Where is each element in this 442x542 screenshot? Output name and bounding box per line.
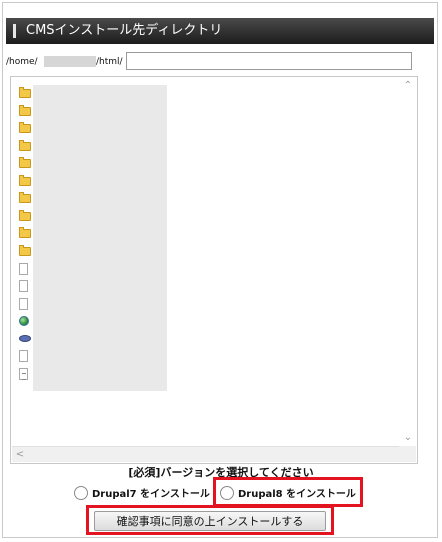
- radio-button-drupal7[interactable]: [74, 486, 88, 500]
- path-redacted-username: [44, 56, 96, 67]
- scroll-down-icon[interactable]: ⌄: [400, 430, 416, 446]
- file-list-item[interactable]: [19, 260, 33, 278]
- file-browser[interactable]: ⌃ ⌄ <: [10, 76, 418, 464]
- file-list-item[interactable]: [19, 365, 33, 383]
- folder-icon: [19, 104, 31, 116]
- install-path-row: /home/ /html/: [6, 52, 434, 72]
- folder-icon: [19, 174, 31, 186]
- folder-icon: [19, 139, 31, 151]
- file-icon: [19, 350, 28, 363]
- globe-file-icon: [19, 316, 29, 327]
- php-file-icon: [19, 335, 31, 343]
- section-header: CMSインストール先ディレクトリ: [6, 18, 434, 44]
- file-list-item[interactable]: [19, 103, 33, 121]
- scrollbar-corner: [399, 446, 416, 462]
- radio-label-drupal7[interactable]: Drupal7 をインストール: [92, 485, 210, 505]
- drupal8-highlight-box: [213, 477, 363, 507]
- path-prefix: /home/: [6, 57, 38, 67]
- file-icon: [19, 297, 28, 310]
- file-icon: [19, 262, 28, 275]
- folder-icon: [19, 122, 31, 134]
- file-list-area[interactable]: [33, 85, 167, 391]
- file-list-item[interactable]: [19, 348, 33, 366]
- file-list-item[interactable]: [19, 225, 33, 243]
- file-list-item[interactable]: [19, 138, 33, 156]
- file-list-item[interactable]: [19, 120, 33, 138]
- submit-highlight-box: 確認事項に同意の上インストールする: [86, 505, 334, 535]
- folder-icon: [19, 244, 31, 256]
- header-marker-icon: [13, 24, 16, 38]
- file-list-item[interactable]: [19, 278, 33, 296]
- folder-icon: [19, 157, 31, 169]
- folder-icon: [19, 87, 31, 99]
- file-list-item[interactable]: [19, 173, 33, 191]
- section-title: CMSインストール先ディレクトリ: [26, 23, 223, 38]
- vertical-scrollbar[interactable]: ⌃ ⌄: [400, 78, 416, 446]
- file-icon: [19, 280, 28, 293]
- file-icon-column: [19, 85, 33, 383]
- folder-icon: [19, 227, 31, 239]
- horizontal-scrollbar[interactable]: <: [12, 446, 400, 462]
- scroll-left-icon[interactable]: <: [12, 447, 28, 463]
- file-list-item[interactable]: [19, 295, 33, 313]
- file-list-item[interactable]: [19, 243, 33, 261]
- file-list-item[interactable]: [19, 313, 33, 331]
- text-file-icon: [19, 367, 28, 380]
- folder-icon: [19, 209, 31, 221]
- install-submit-button[interactable]: 確認事項に同意の上インストールする: [94, 511, 326, 531]
- folder-icon: [19, 192, 31, 204]
- file-list-item[interactable]: [19, 155, 33, 173]
- file-list-item[interactable]: [19, 190, 33, 208]
- install-directory-input[interactable]: [126, 52, 412, 70]
- file-list-item[interactable]: [19, 330, 33, 348]
- file-list-item[interactable]: [19, 208, 33, 226]
- scroll-up-icon[interactable]: ⌃: [400, 78, 416, 94]
- file-list-item[interactable]: [19, 85, 33, 103]
- path-suffix: /html/: [96, 57, 123, 67]
